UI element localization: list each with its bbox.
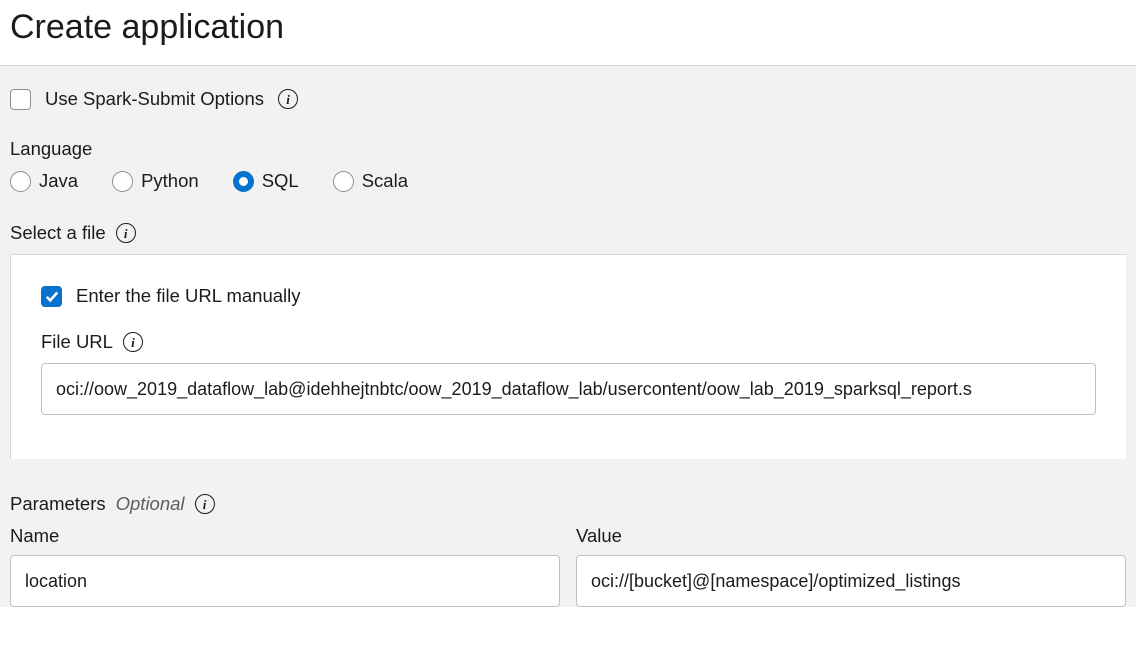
radio-label-python: Python bbox=[141, 170, 199, 192]
language-label: Language bbox=[10, 138, 1126, 160]
param-value-col: Value bbox=[576, 525, 1126, 607]
manual-url-row: Enter the file URL manually bbox=[41, 285, 1096, 307]
radio-dot bbox=[233, 171, 254, 192]
info-icon[interactable]: i bbox=[123, 332, 143, 352]
radio-label-scala: Scala bbox=[362, 170, 408, 192]
parameters-label-row: Parameters Optional i bbox=[10, 493, 1126, 515]
radio-scala[interactable]: Scala bbox=[333, 170, 408, 192]
file-url-input[interactable] bbox=[41, 363, 1096, 415]
radio-sql[interactable]: SQL bbox=[233, 170, 299, 192]
param-value-label: Value bbox=[576, 525, 1126, 547]
file-url-label: File URL bbox=[41, 331, 113, 353]
form-area: Use Spark-Submit Options i Language Java… bbox=[0, 66, 1136, 607]
language-radio-group: Java Python SQL Scala bbox=[10, 170, 1126, 192]
spark-submit-checkbox[interactable] bbox=[10, 89, 31, 110]
spark-submit-row: Use Spark-Submit Options i bbox=[10, 88, 1126, 110]
radio-dot bbox=[333, 171, 354, 192]
radio-label-java: Java bbox=[39, 170, 78, 192]
parameters-section: Parameters Optional i Name Value bbox=[10, 493, 1126, 607]
file-panel: Enter the file URL manually File URL i bbox=[10, 254, 1126, 459]
radio-dot bbox=[112, 171, 133, 192]
info-icon[interactable]: i bbox=[116, 223, 136, 243]
info-icon[interactable]: i bbox=[278, 89, 298, 109]
manual-url-label: Enter the file URL manually bbox=[76, 285, 301, 307]
radio-java[interactable]: Java bbox=[10, 170, 78, 192]
parameters-optional: Optional bbox=[116, 493, 185, 515]
param-value-input[interactable] bbox=[576, 555, 1126, 607]
page-title: Create application bbox=[10, 8, 1126, 47]
radio-python[interactable]: Python bbox=[112, 170, 199, 192]
page-header: Create application bbox=[0, 0, 1136, 66]
file-url-label-row: File URL i bbox=[41, 331, 1096, 353]
radio-dot bbox=[10, 171, 31, 192]
select-file-text: Select a file bbox=[10, 222, 106, 244]
info-icon[interactable]: i bbox=[195, 494, 215, 514]
manual-url-checkbox[interactable] bbox=[41, 286, 62, 307]
param-name-input[interactable] bbox=[10, 555, 560, 607]
spark-submit-label: Use Spark-Submit Options bbox=[45, 88, 264, 110]
radio-label-sql: SQL bbox=[262, 170, 299, 192]
param-name-col: Name bbox=[10, 525, 560, 607]
param-name-label: Name bbox=[10, 525, 560, 547]
parameters-grid: Name Value bbox=[10, 525, 1126, 607]
parameters-label: Parameters bbox=[10, 493, 106, 515]
select-file-label: Select a file i bbox=[10, 222, 1126, 244]
